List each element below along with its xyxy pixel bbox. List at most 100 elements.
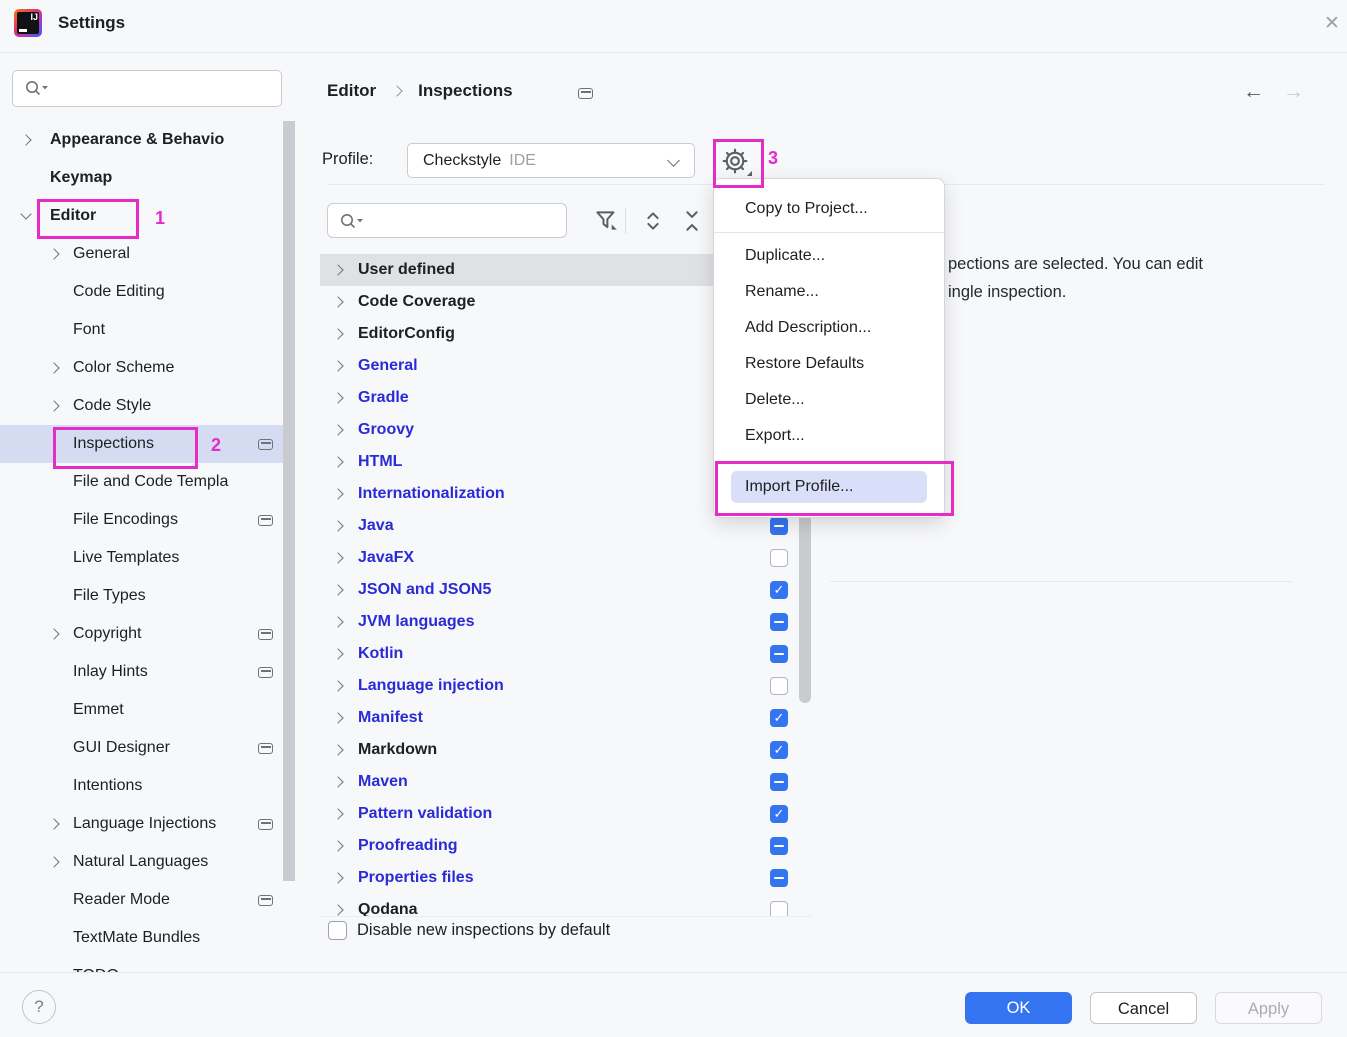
inspection-checkbox[interactable] (770, 677, 788, 695)
chevron-right-icon[interactable] (332, 584, 343, 595)
sidebar-item[interactable]: GUI Designer (0, 729, 295, 767)
sidebar-item[interactable]: Appearance & Behavio (0, 121, 295, 159)
chevron-icon[interactable] (48, 248, 59, 259)
inspection-checkbox[interactable] (770, 805, 788, 823)
inspection-checkbox[interactable] (770, 581, 788, 599)
sidebar-item[interactable]: Live Templates (0, 539, 295, 577)
chevron-right-icon[interactable] (332, 840, 343, 851)
tree-scrollbar[interactable] (799, 505, 811, 703)
chevron-right-icon[interactable] (332, 360, 343, 371)
sidebar-item[interactable]: Inspections (0, 425, 295, 463)
filter-icon[interactable] (592, 206, 620, 236)
chevron-right-icon[interactable] (332, 328, 343, 339)
chevron-right-icon[interactable] (332, 712, 343, 723)
ok-button[interactable]: OK (965, 992, 1072, 1024)
menu-item-export[interactable]: Export... (714, 418, 944, 454)
sidebar-item[interactable]: Font (0, 311, 295, 349)
sidebar-item[interactable]: TextMate Bundles (0, 919, 295, 957)
inspection-group-row[interactable]: Maven (320, 766, 812, 798)
chevron-icon[interactable] (20, 134, 31, 145)
sidebar-item[interactable]: Keymap (0, 159, 295, 197)
chevron-right-icon[interactable] (332, 744, 343, 755)
help-button[interactable]: ? (22, 990, 56, 1024)
menu-item-delete[interactable]: Delete... (714, 382, 944, 418)
chevron-icon[interactable] (48, 362, 59, 373)
sidebar-item[interactable]: Inlay Hints (0, 653, 295, 691)
inspection-checkbox[interactable] (770, 709, 788, 727)
cancel-button[interactable]: Cancel (1090, 992, 1197, 1024)
inspection-checkbox[interactable] (770, 517, 788, 535)
chevron-right-icon[interactable] (332, 872, 343, 883)
collapse-all-icon[interactable] (679, 207, 705, 235)
back-arrow-icon[interactable]: ← (1243, 80, 1264, 104)
inspection-checkbox[interactable] (770, 741, 788, 759)
inspection-checkbox[interactable] (770, 613, 788, 631)
chevron-icon[interactable] (48, 400, 59, 411)
sidebar-item[interactable]: Emmet (0, 691, 295, 729)
inspection-group-row[interactable]: JSON and JSON5 (320, 574, 812, 606)
chevron-right-icon[interactable] (332, 456, 343, 467)
sidebar-item[interactable]: TODO (0, 957, 295, 972)
chevron-icon[interactable] (48, 818, 59, 829)
disable-new-inspections-checkbox[interactable] (328, 921, 347, 940)
chevron-right-icon[interactable] (332, 264, 343, 275)
sidebar-item[interactable]: File Types (0, 577, 295, 615)
sidebar-item[interactable]: Copyright (0, 615, 295, 653)
profile-actions-gear-button[interactable] (716, 142, 755, 180)
chevron-right-icon[interactable] (332, 808, 343, 819)
menu-item-copy-to-project[interactable]: Copy to Project... (714, 191, 944, 227)
close-icon[interactable]: ✕ (1320, 12, 1344, 36)
chevron-right-icon[interactable] (332, 648, 343, 659)
chevron-icon[interactable] (48, 856, 59, 867)
chevron-right-icon[interactable] (332, 904, 343, 915)
chevron-right-icon[interactable] (332, 296, 343, 307)
breadcrumb-editor[interactable]: Editor (327, 81, 376, 100)
settings-search-input[interactable] (12, 70, 282, 107)
sidebar-item[interactable]: Code Style (0, 387, 295, 425)
sidebar-item[interactable]: Code Editing (0, 273, 295, 311)
chevron-right-icon[interactable] (332, 424, 343, 435)
profile-dropdown[interactable]: CheckstyleIDE (407, 143, 695, 178)
inspection-group-row[interactable]: Markdown (320, 734, 812, 766)
inspection-group-row[interactable]: Pattern validation (320, 798, 812, 830)
inspection-group-row[interactable]: Proofreading (320, 830, 812, 862)
chevron-right-icon[interactable] (332, 680, 343, 691)
sidebar-item[interactable]: General (0, 235, 295, 273)
inspection-group-row[interactable]: JavaFX (320, 542, 812, 574)
menu-item-restore-defaults[interactable]: Restore Defaults (714, 346, 944, 382)
menu-item-import-profile[interactable]: Import Profile... (731, 471, 927, 503)
inspection-checkbox[interactable] (770, 901, 788, 917)
menu-item-duplicate[interactable]: Duplicate... (714, 238, 944, 274)
inspection-checkbox[interactable] (770, 869, 788, 887)
sidebar-item[interactable]: Language Injections (0, 805, 295, 843)
chevron-right-icon[interactable] (332, 392, 343, 403)
inspection-group-row[interactable]: Manifest (320, 702, 812, 734)
inspection-checkbox[interactable] (770, 837, 788, 855)
sidebar-item[interactable]: File Encodings (0, 501, 295, 539)
sidebar-item[interactable]: Intentions (0, 767, 295, 805)
inspection-checkbox[interactable] (770, 645, 788, 663)
sidebar-item[interactable]: Reader Mode (0, 881, 295, 919)
inspection-group-row[interactable]: Qodana (320, 894, 812, 917)
chevron-right-icon[interactable] (332, 520, 343, 531)
menu-item-rename[interactable]: Rename... (714, 274, 944, 310)
chevron-right-icon[interactable] (332, 488, 343, 499)
chevron-right-icon[interactable] (332, 616, 343, 627)
sidebar-item[interactable]: File and Code Templa (0, 463, 295, 501)
inspection-group-row[interactable]: Language injection (320, 670, 812, 702)
chevron-icon[interactable] (48, 628, 59, 639)
sidebar-item[interactable]: Color Scheme (0, 349, 295, 387)
inspection-group-row[interactable]: JVM languages (320, 606, 812, 638)
menu-item-add-description[interactable]: Add Description... (714, 310, 944, 346)
chevron-icon[interactable] (20, 208, 31, 219)
inspection-group-row[interactable]: Properties files (320, 862, 812, 894)
sidebar-item[interactable]: Natural Languages (0, 843, 295, 881)
inspection-group-row[interactable]: Kotlin (320, 638, 812, 670)
inspection-checkbox[interactable] (770, 549, 788, 567)
expand-all-icon[interactable] (640, 207, 666, 235)
inspections-search-input[interactable] (327, 203, 567, 238)
sidebar-scrollbar[interactable] (283, 121, 295, 881)
chevron-right-icon[interactable] (332, 776, 343, 787)
chevron-right-icon[interactable] (332, 552, 343, 563)
sidebar-item[interactable]: Editor (0, 197, 295, 235)
